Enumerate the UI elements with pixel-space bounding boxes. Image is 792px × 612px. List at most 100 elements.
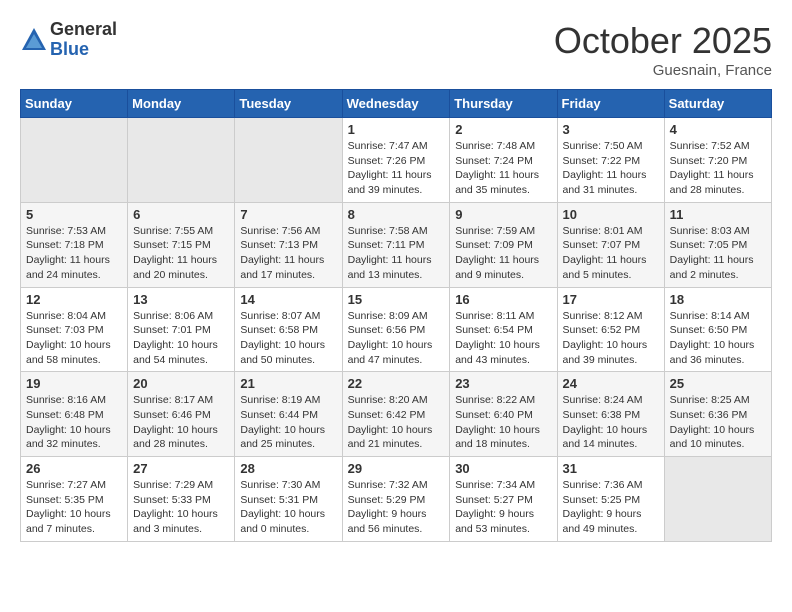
day-number: 4 (670, 122, 766, 137)
calendar-cell: 15 Sunrise: 8:09 AM Sunset: 6:56 PM Dayli… (342, 287, 450, 372)
day-number: 1 (348, 122, 445, 137)
page-header: General Blue October 2025 Guesnain, Fran… (20, 20, 772, 79)
day-info: Sunrise: 8:22 AM Sunset: 6:40 PM Dayligh… (455, 393, 551, 452)
day-info: Sunrise: 8:17 AM Sunset: 6:46 PM Dayligh… (133, 393, 229, 452)
calendar-cell: 9Sunrise: 7:59 AM Sunset: 7:09 PM Daylig… (450, 202, 557, 287)
logo-icon (20, 26, 48, 54)
location: Guesnain, France (554, 62, 772, 79)
calendar-cell: 12 Sunrise: 8:04 AM Sunset: 7:03 PM Dayli… (21, 287, 128, 372)
calendar-cell: 6 Sunrise: 7:55 AM Sunset: 7:15 PM Daylig… (128, 202, 235, 287)
day-info: Sunrise: 8:06 AM Sunset: 7:01 PM Dayligh… (133, 309, 229, 368)
calendar-cell: 5 Sunrise: 7:53 AM Sunset: 7:18 PM Daylig… (21, 202, 128, 287)
calendar-cell: 10 Sunrise: 8:01 AM Sunset: 7:07 PM Dayli… (557, 202, 664, 287)
weekday-header: Tuesday (235, 90, 342, 118)
calendar-cell: 19 Sunrise: 8:16 AM Sunset: 6:48 PM Dayli… (21, 372, 128, 457)
calendar-cell: 20 Sunrise: 8:17 AM Sunset: 6:46 PM Dayli… (128, 372, 235, 457)
weekday-header: Monday (128, 90, 235, 118)
day-number: 10 (563, 207, 659, 222)
calendar-cell: 2 Sunrise: 7:48 AM Sunset: 7:24 PM Daylig… (450, 118, 557, 203)
day-info: Sunrise: 8:01 AM Sunset: 7:07 PM Dayligh… (563, 224, 659, 283)
day-number: 6 (133, 207, 229, 222)
day-number: 15 (348, 292, 445, 307)
day-number: 12 (26, 292, 122, 307)
day-number: 30 (455, 461, 551, 476)
weekday-header: Friday (557, 90, 664, 118)
day-number: 5 (26, 207, 122, 222)
day-info: Sunrise: 7:47 AM Sunset: 7:26 PM Dayligh… (348, 139, 445, 198)
day-info: Sunrise: 7:55 AM Sunset: 7:15 PM Dayligh… (133, 224, 229, 283)
calendar-week-row: 26 Sunrise: 7:27 AM Sunset: 5:35 PM Dayli… (21, 457, 772, 542)
day-info: Sunrise: 8:24 AM Sunset: 6:38 PM Dayligh… (563, 393, 659, 452)
day-number: 19 (26, 376, 122, 391)
day-info: Sunrise: 8:20 AM Sunset: 6:42 PM Dayligh… (348, 393, 445, 452)
day-number: 13 (133, 292, 229, 307)
calendar-week-row: 1 Sunrise: 7:47 AM Sunset: 7:26 PM Daylig… (21, 118, 772, 203)
day-info: Sunrise: 8:12 AM Sunset: 6:52 PM Dayligh… (563, 309, 659, 368)
day-number: 23 (455, 376, 551, 391)
calendar-cell: 31Sunrise: 7:36 AM Sunset: 5:25 PM Dayli… (557, 457, 664, 542)
day-info: Sunrise: 7:27 AM Sunset: 5:35 PM Dayligh… (26, 478, 122, 537)
logo-general: General (50, 20, 117, 40)
calendar-week-row: 5 Sunrise: 7:53 AM Sunset: 7:18 PM Daylig… (21, 202, 772, 287)
day-number: 11 (670, 207, 766, 222)
calendar-cell (21, 118, 128, 203)
calendar-cell: 7 Sunrise: 7:56 AM Sunset: 7:13 PM Daylig… (235, 202, 342, 287)
calendar-cell: 26 Sunrise: 7:27 AM Sunset: 5:35 PM Dayli… (21, 457, 128, 542)
calendar-cell: 8 Sunrise: 7:58 AM Sunset: 7:11 PM Daylig… (342, 202, 450, 287)
weekday-header: Wednesday (342, 90, 450, 118)
calendar-cell: 13 Sunrise: 8:06 AM Sunset: 7:01 PM Dayli… (128, 287, 235, 372)
day-info: Sunrise: 7:36 AM Sunset: 5:25 PM Dayligh… (563, 478, 659, 537)
weekday-header: Saturday (664, 90, 771, 118)
day-number: 16 (455, 292, 551, 307)
day-info: Sunrise: 7:48 AM Sunset: 7:24 PM Dayligh… (455, 139, 551, 198)
day-number: 17 (563, 292, 659, 307)
calendar-cell: 28Sunrise: 7:30 AM Sunset: 5:31 PM Dayli… (235, 457, 342, 542)
day-number: 8 (348, 207, 445, 222)
calendar-cell: 23 Sunrise: 8:22 AM Sunset: 6:40 PM Dayli… (450, 372, 557, 457)
day-info: Sunrise: 7:34 AM Sunset: 5:27 PM Dayligh… (455, 478, 551, 537)
month-title: October 2025 (554, 20, 772, 62)
calendar-cell: 24 Sunrise: 8:24 AM Sunset: 6:38 PM Dayli… (557, 372, 664, 457)
day-info: Sunrise: 7:53 AM Sunset: 7:18 PM Dayligh… (26, 224, 122, 283)
calendar-cell (235, 118, 342, 203)
calendar-week-row: 19 Sunrise: 8:16 AM Sunset: 6:48 PM Dayli… (21, 372, 772, 457)
calendar-cell: 3Sunrise: 7:50 AM Sunset: 7:22 PM Daylig… (557, 118, 664, 203)
calendar-cell (664, 457, 771, 542)
day-info: Sunrise: 7:56 AM Sunset: 7:13 PM Dayligh… (240, 224, 336, 283)
day-info: Sunrise: 7:29 AM Sunset: 5:33 PM Dayligh… (133, 478, 229, 537)
day-info: Sunrise: 8:04 AM Sunset: 7:03 PM Dayligh… (26, 309, 122, 368)
day-number: 29 (348, 461, 445, 476)
calendar-cell: 18Sunrise: 8:14 AM Sunset: 6:50 PM Dayli… (664, 287, 771, 372)
day-number: 26 (26, 461, 122, 476)
day-info: Sunrise: 8:11 AM Sunset: 6:54 PM Dayligh… (455, 309, 551, 368)
day-number: 20 (133, 376, 229, 391)
day-info: Sunrise: 8:19 AM Sunset: 6:44 PM Dayligh… (240, 393, 336, 452)
day-info: Sunrise: 8:09 AM Sunset: 6:56 PM Dayligh… (348, 309, 445, 368)
calendar-cell (128, 118, 235, 203)
day-info: Sunrise: 7:59 AM Sunset: 7:09 PM Dayligh… (455, 224, 551, 283)
calendar-cell: 14Sunrise: 8:07 AM Sunset: 6:58 PM Dayli… (235, 287, 342, 372)
day-number: 25 (670, 376, 766, 391)
logo-blue: Blue (50, 40, 117, 60)
day-info: Sunrise: 7:32 AM Sunset: 5:29 PM Dayligh… (348, 478, 445, 537)
day-number: 21 (240, 376, 336, 391)
day-number: 24 (563, 376, 659, 391)
day-number: 7 (240, 207, 336, 222)
calendar-cell: 27Sunrise: 7:29 AM Sunset: 5:33 PM Dayli… (128, 457, 235, 542)
day-info: Sunrise: 8:03 AM Sunset: 7:05 PM Dayligh… (670, 224, 766, 283)
day-info: Sunrise: 8:14 AM Sunset: 6:50 PM Dayligh… (670, 309, 766, 368)
day-number: 2 (455, 122, 551, 137)
title-area: October 2025 Guesnain, France (554, 20, 772, 79)
day-info: Sunrise: 7:58 AM Sunset: 7:11 PM Dayligh… (348, 224, 445, 283)
day-info: Sunrise: 7:52 AM Sunset: 7:20 PM Dayligh… (670, 139, 766, 198)
calendar-week-row: 12 Sunrise: 8:04 AM Sunset: 7:03 PM Dayli… (21, 287, 772, 372)
calendar-cell: 21 Sunrise: 8:19 AM Sunset: 6:44 PM Dayli… (235, 372, 342, 457)
calendar-cell: 30 Sunrise: 7:34 AM Sunset: 5:27 PM Dayli… (450, 457, 557, 542)
day-info: Sunrise: 8:16 AM Sunset: 6:48 PM Dayligh… (26, 393, 122, 452)
weekday-header: Sunday (21, 90, 128, 118)
logo-text: General Blue (50, 20, 117, 60)
day-info: Sunrise: 8:25 AM Sunset: 6:36 PM Dayligh… (670, 393, 766, 452)
day-number: 22 (348, 376, 445, 391)
calendar-cell: 11 Sunrise: 8:03 AM Sunset: 7:05 PM Dayli… (664, 202, 771, 287)
weekday-header-row: SundayMondayTuesdayWednesdayThursdayFrid… (21, 90, 772, 118)
